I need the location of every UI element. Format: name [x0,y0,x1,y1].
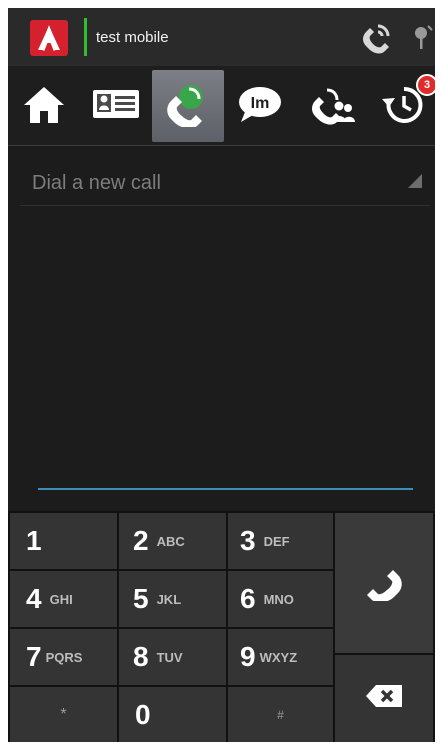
key-0[interactable]: 0 [119,687,226,742]
im-chat-icon: Im [235,84,285,129]
home-button[interactable] [8,70,80,142]
key-1[interactable]: 1 [10,513,117,569]
phone-registered-icon [358,20,394,59]
key-4[interactable]: 4 GHI [10,571,117,627]
location-pin-icon [412,24,434,57]
account-name: test mobile [96,29,169,46]
home-icon [21,83,67,130]
dialer-tab-button[interactable] [152,70,224,142]
key-9[interactable]: 9 WXYZ [228,629,333,685]
key-star[interactable]: * [10,687,117,742]
key-7[interactable]: 7 PQRS [10,629,117,685]
backspace-button[interactable] [335,655,433,742]
conference-button[interactable] [296,70,368,142]
app-window: test mobile Im 3 Dial a new call 1 2 ABC… [8,8,435,742]
history-button[interactable]: 3 [368,70,435,142]
dialed-number-area [20,208,430,493]
key-6[interactable]: 6 MNO [228,571,333,627]
key-2[interactable]: 2 ABC [119,513,226,569]
phone-icon [163,81,213,132]
status-bar: test mobile [8,8,435,66]
messages-button[interactable]: Im [224,70,296,142]
history-badge: 3 [416,74,435,96]
phone-call-icon [364,561,404,606]
dial-input[interactable] [32,168,392,198]
main-toolbar: Im 3 [8,66,435,146]
presence-indicator [84,18,87,56]
key-8[interactable]: 8 TUV [119,629,226,685]
dial-field [20,160,430,206]
svg-text:Im: Im [251,95,270,112]
key-3[interactable]: 3 DEF [228,513,333,569]
call-button[interactable] [335,513,433,653]
dropdown-corner-icon[interactable] [408,174,422,193]
group-call-icon [307,82,357,131]
dial-keypad: 1 2 ABC 3 DEF 4 GHI 5 JKL 6 MNO 7 PQRS 8 [8,511,435,742]
key-hash[interactable]: # [228,687,333,742]
key-5[interactable]: 5 JKL [119,571,226,627]
backspace-icon [364,683,404,714]
contacts-button[interactable] [80,70,152,142]
app-logo [30,20,68,56]
contact-card-icon [91,87,141,126]
number-underline [38,488,413,490]
